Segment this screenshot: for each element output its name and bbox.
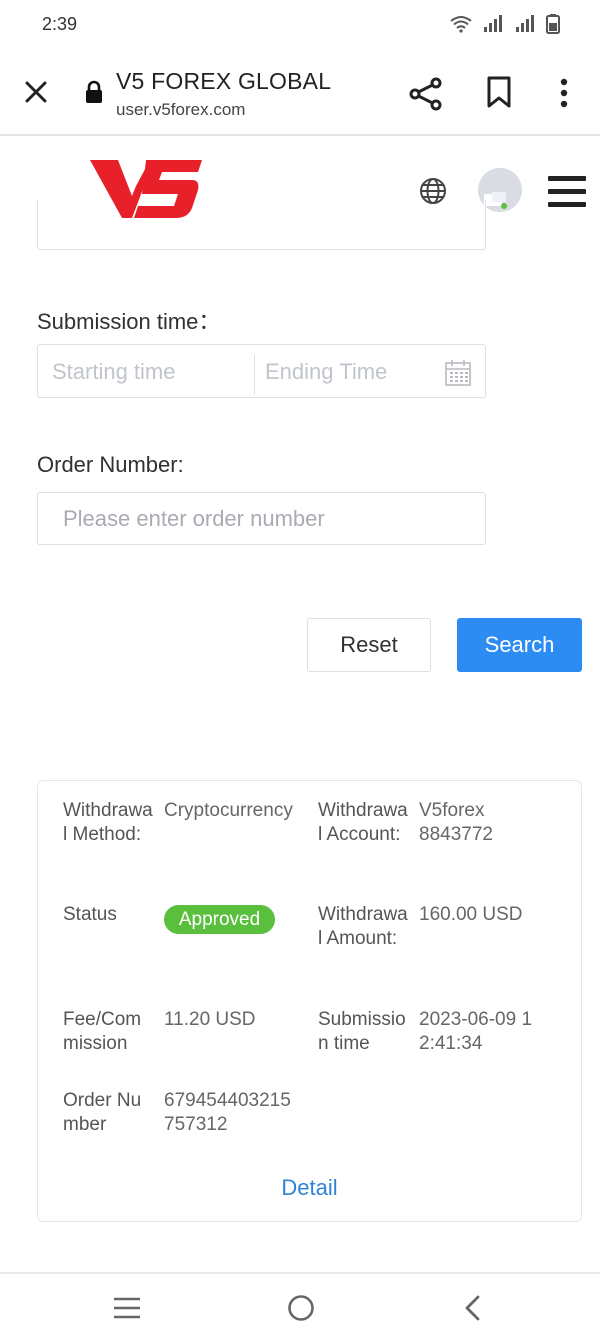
home-icon[interactable] — [286, 1293, 316, 1323]
calendar-icon[interactable] — [444, 359, 472, 387]
withdrawal-amount-label: Withdrawal Amount: — [318, 904, 408, 949]
previous-filter-input[interactable] — [37, 200, 486, 250]
status-time: 2:39 — [42, 14, 78, 34]
start-time-input[interactable]: Starting time — [52, 359, 176, 385]
battery-icon — [546, 14, 560, 34]
system-navigation-bar — [0, 1272, 600, 1338]
order-number-label: Order Number: — [37, 452, 184, 477]
end-time-input[interactable]: Ending Time — [265, 359, 387, 385]
close-icon[interactable] — [22, 78, 50, 106]
fee-value: 11.20 USD — [164, 1009, 256, 1030]
range-separator — [254, 355, 255, 395]
browser-toolbar: V5 FOREX GLOBAL user.v5forex.com — [0, 50, 600, 136]
share-icon[interactable] — [408, 76, 444, 112]
fee-label: Fee/Commission — [63, 1009, 142, 1054]
status-label: Status — [63, 904, 117, 925]
recent-apps-icon[interactable] — [112, 1296, 142, 1320]
withdrawal-account-value: V5forex 8843772 — [419, 800, 493, 845]
browser-page-title: V5 FOREX GLOBAL — [116, 68, 332, 94]
detail-link[interactable]: Detail — [38, 1175, 581, 1201]
withdrawal-amount-value: 160.00 USD — [419, 904, 523, 925]
status-bar: 2:39 — [0, 0, 600, 50]
browser-url[interactable]: user.v5forex.com — [116, 100, 245, 120]
submission-time-value: 2023-06-09 12:41:34 — [419, 1009, 533, 1054]
date-range-picker[interactable]: Starting time Ending Time — [37, 344, 486, 398]
submission-time-record-label: Submission time — [318, 1009, 406, 1054]
order-number-record-label: Order Number — [63, 1090, 142, 1135]
withdrawal-method-label: Withdrawal Method: — [63, 800, 153, 845]
status-badge: Approved — [164, 905, 275, 934]
wifi-icon — [450, 16, 472, 33]
signal-icon — [516, 15, 534, 32]
more-vert-icon[interactable] — [552, 76, 576, 112]
order-number-input[interactable] — [38, 493, 485, 544]
withdrawal-account-label: Withdrawal Account: — [318, 800, 408, 845]
signal-icon — [484, 15, 502, 32]
search-button[interactable]: Search — [457, 618, 582, 672]
hamburger-menu-icon[interactable] — [548, 176, 586, 208]
submission-time-label: Submission time： — [37, 309, 221, 334]
status-icons — [450, 14, 560, 34]
order-number-field[interactable] — [37, 492, 486, 545]
order-number-value: 679454403215757312 — [164, 1090, 291, 1135]
lock-icon — [86, 80, 102, 103]
withdrawal-record-card: Withdrawal Method: Cryptocurrency Withdr… — [37, 780, 582, 1222]
reset-button[interactable]: Reset — [307, 618, 431, 672]
bookmark-icon[interactable] — [485, 76, 513, 108]
back-icon[interactable] — [462, 1294, 484, 1322]
withdrawal-method-value: Cryptocurrency — [164, 800, 293, 821]
